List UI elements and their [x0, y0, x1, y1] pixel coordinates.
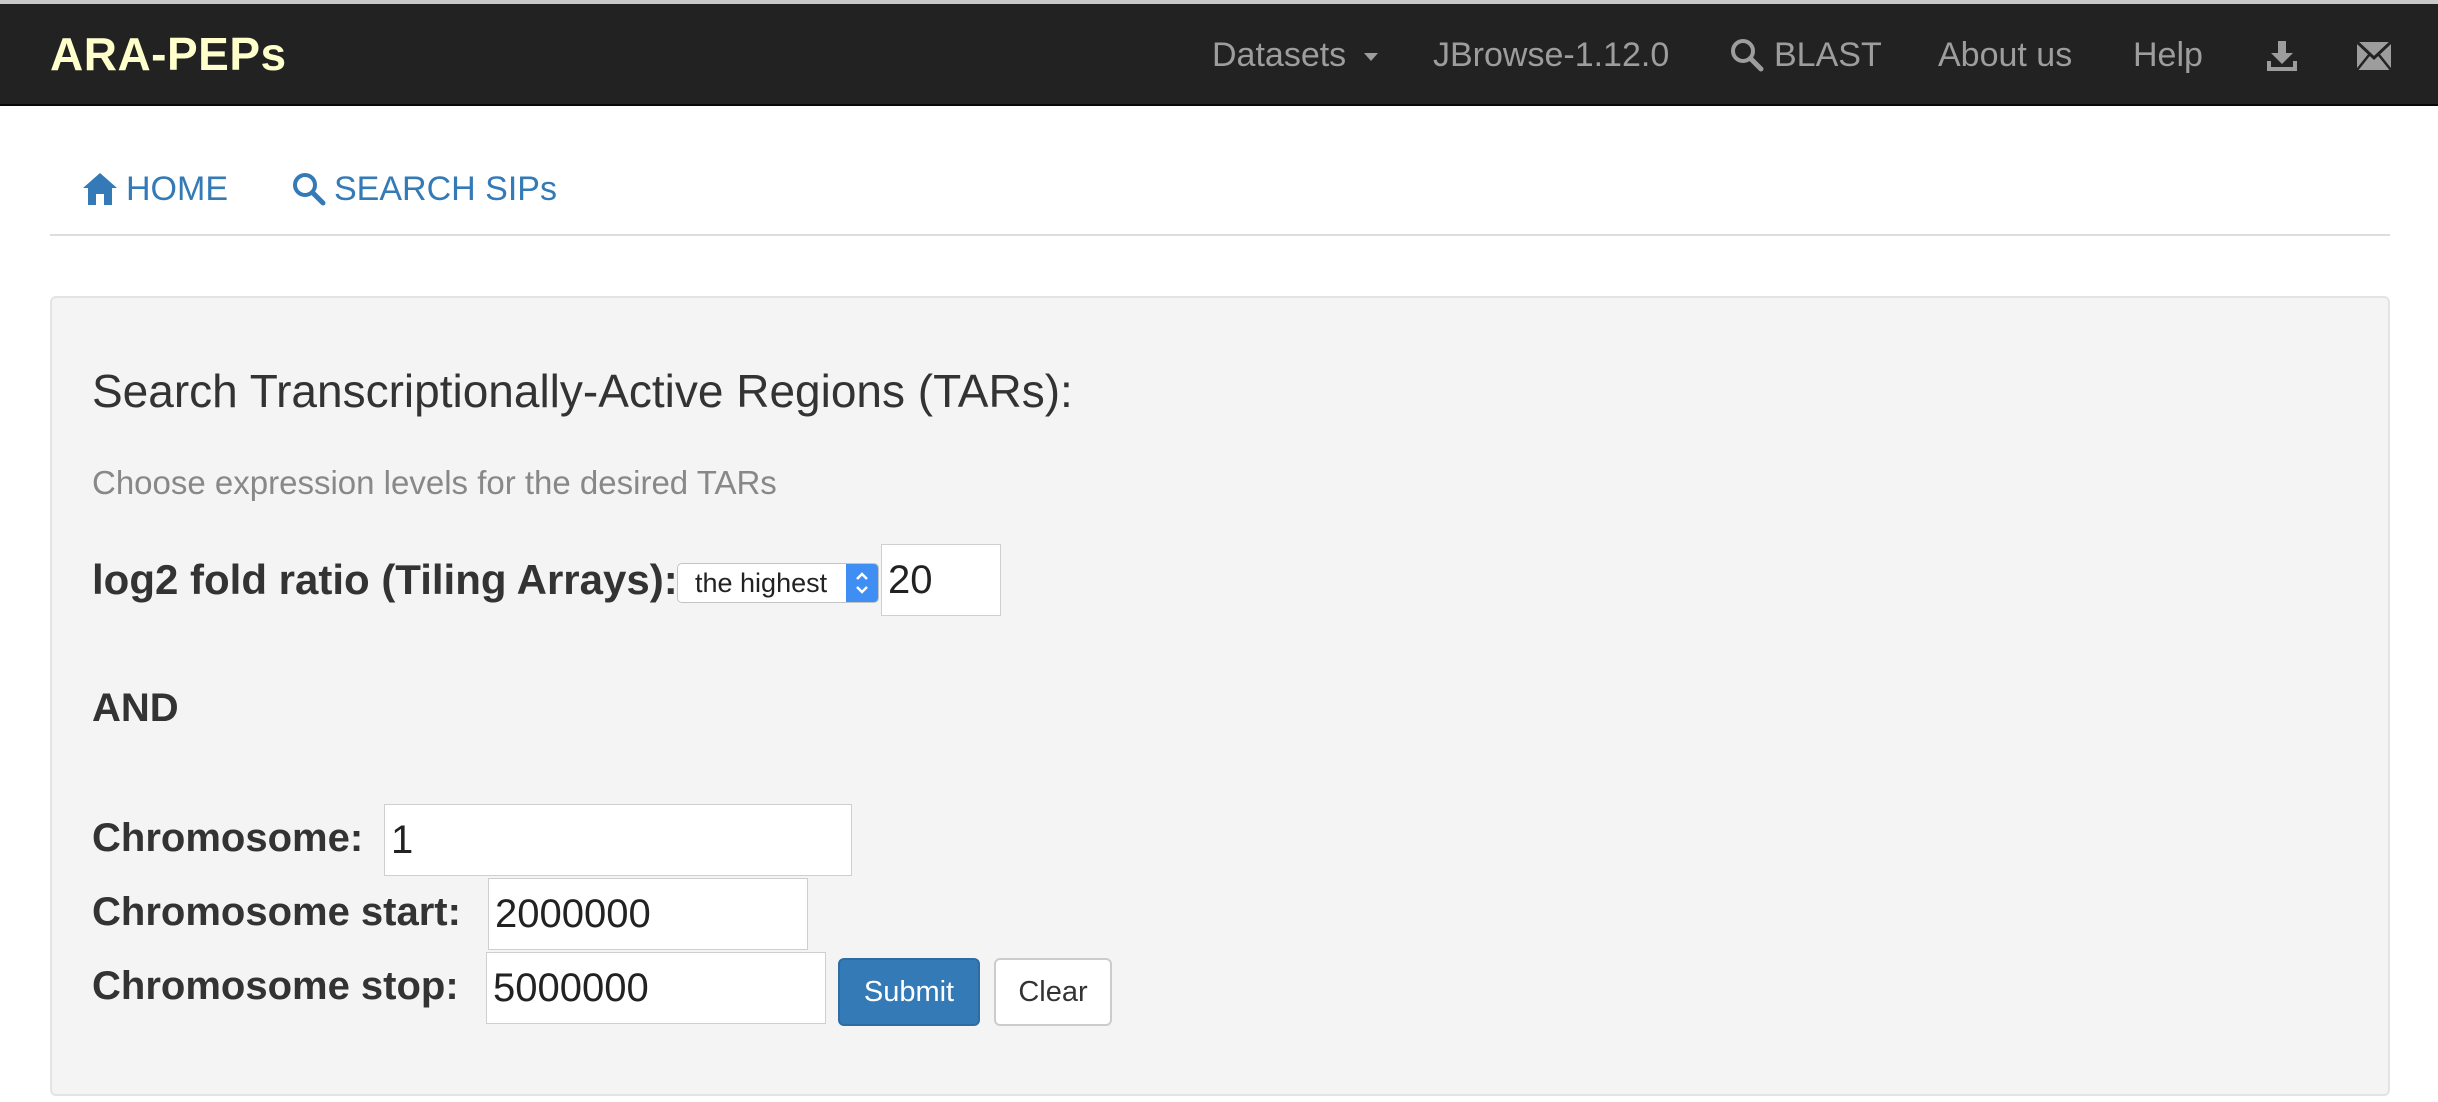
nav-about-label: About us — [1938, 36, 2073, 74]
caret-down-icon — [1364, 53, 1379, 61]
top-navbar: ARA-PEPs Datasets JBrowse-1.12.0 BLAST A… — [0, 4, 2438, 106]
nav-jbrowse[interactable]: JBrowse-1.12.0 — [1433, 30, 1669, 80]
chromosome-input[interactable]: 1 — [384, 804, 852, 876]
log-fold-comparator-value: the highest — [695, 567, 828, 598]
log-fold-comparator-select[interactable]: the highest — [677, 563, 879, 603]
search-icon — [292, 172, 326, 206]
submit-button[interactable]: Submit — [838, 958, 980, 1026]
tab-home-label: HOME — [126, 169, 228, 208]
envelope-icon[interactable] — [2352, 34, 2396, 78]
and-label: AND — [92, 686, 179, 730]
log-fold-value-input[interactable]: 20 — [881, 544, 1001, 616]
log-fold-label: log2 fold ratio (Tiling Arrays): — [92, 556, 678, 603]
tab-home[interactable]: HOME — [82, 164, 228, 214]
chromosome-label: Chromosome: — [92, 816, 364, 860]
chromosome-stop-input[interactable]: 5000000 — [486, 952, 826, 1024]
nav-help[interactable]: Help — [2133, 30, 2203, 80]
tab-search-sips-label: SEARCH SIPs — [334, 169, 557, 208]
search-icon — [1730, 38, 1764, 72]
chromosome-start-input[interactable]: 2000000 — [488, 878, 808, 950]
page-title: Search Transcriptionally-Active Regions … — [92, 365, 1073, 417]
page-tabs: HOME SEARCH SIPs — [50, 106, 2390, 236]
select-arrows-icon — [846, 564, 878, 602]
search-panel: Search Transcriptionally-Active Regions … — [50, 296, 2390, 1096]
tab-search-sips[interactable]: SEARCH SIPs — [292, 164, 557, 214]
nav-blast[interactable]: BLAST — [1730, 30, 1882, 80]
nav-about-us[interactable]: About us — [1938, 30, 2072, 80]
nav-blast-label: BLAST — [1774, 36, 1882, 74]
brand-logo[interactable]: ARA-PEPs — [50, 28, 287, 80]
clear-button[interactable]: Clear — [994, 958, 1112, 1026]
chromosome-start-label: Chromosome start: — [92, 890, 461, 934]
home-icon — [82, 172, 118, 206]
nav-datasets-dropdown[interactable]: Datasets — [1212, 30, 1379, 80]
nav-jbrowse-label: JBrowse-1.12.0 — [1433, 36, 1670, 74]
nav-help-label: Help — [2133, 36, 2203, 74]
nav-datasets-label: Datasets — [1212, 36, 1347, 74]
download-icon[interactable] — [2260, 34, 2304, 78]
page-subtitle: Choose expression levels for the desired… — [92, 464, 777, 501]
chromosome-stop-label: Chromosome stop: — [92, 964, 459, 1008]
